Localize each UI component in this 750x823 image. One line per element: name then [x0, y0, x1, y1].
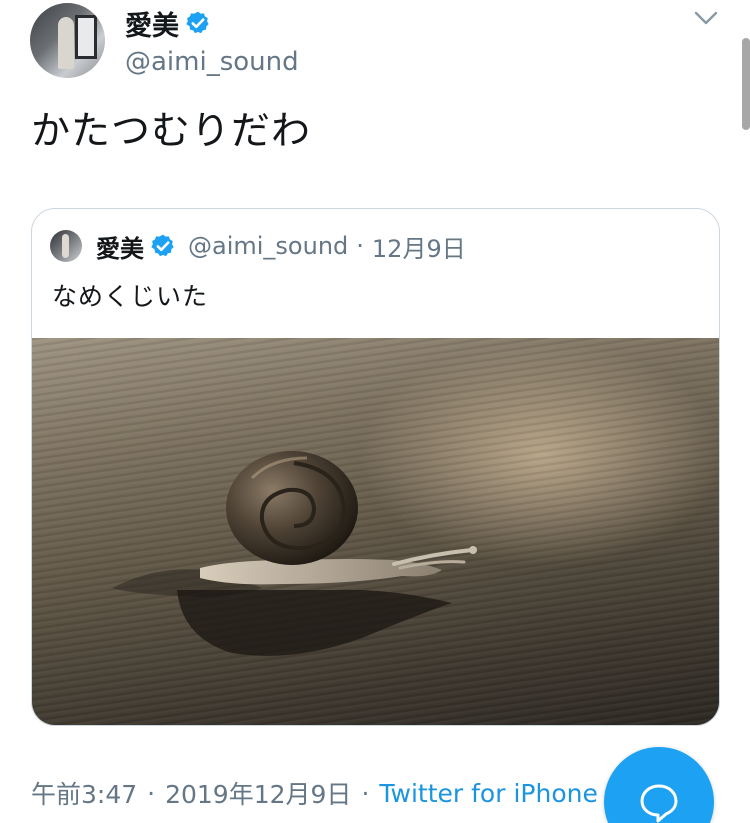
verified-icon	[151, 234, 174, 257]
snail-photo[interactable]	[32, 338, 719, 725]
quoted-separator: ·	[356, 232, 364, 260]
avatar-window-shape	[75, 15, 97, 59]
tweet-meta: 午前3:47 · 2019年12月9日 · Twitter for iPhone	[31, 775, 598, 811]
author-name-row: 愛美	[125, 4, 299, 43]
tweet-date[interactable]: 2019年12月9日	[165, 775, 351, 811]
quoted-author-handle: @aimi_sound	[188, 232, 349, 260]
quoted-author-avatar	[50, 230, 82, 262]
snail-illustration	[112, 451, 477, 656]
quoted-avatar-figure-shape	[62, 234, 69, 258]
chevron-down-icon[interactable]	[693, 8, 719, 28]
tweet: 愛美 @aimi_sound かたつむりだわ 愛美 @aimi_sound · …	[0, 0, 750, 823]
scrollbar[interactable]	[742, 38, 750, 130]
author-name[interactable]: 愛美	[125, 4, 179, 43]
author-avatar[interactable]	[30, 3, 105, 78]
speech-bubble-icon	[640, 784, 678, 823]
quoted-tweet-header: 愛美 @aimi_sound · 12月9日	[50, 229, 466, 263]
compose-button[interactable]	[604, 747, 714, 823]
quoted-date: 12月9日	[371, 234, 466, 263]
tweet-text: かたつむりだわ	[31, 109, 312, 154]
quoted-tweet-text: なめくじいた	[52, 282, 209, 311]
meta-separator: ·	[147, 778, 156, 808]
quoted-tweet[interactable]: 愛美 @aimi_sound · 12月9日 なめくじいた	[31, 208, 720, 726]
verified-icon	[186, 11, 209, 34]
tweet-time[interactable]: 午前3:47	[31, 775, 137, 811]
author-handle[interactable]: @aimi_sound	[125, 47, 299, 77]
avatar-figure-shape	[58, 17, 74, 69]
quoted-author-name: 愛美	[96, 234, 144, 263]
tweet-source-link[interactable]: Twitter for iPhone	[379, 779, 597, 808]
meta-separator: ·	[361, 778, 370, 808]
author-block: 愛美 @aimi_sound	[125, 4, 299, 78]
